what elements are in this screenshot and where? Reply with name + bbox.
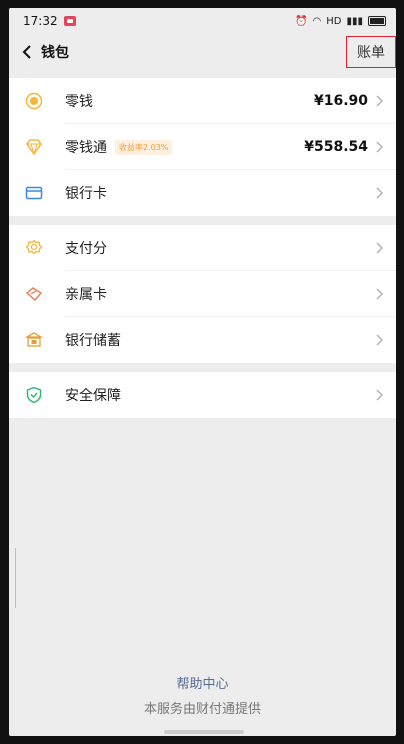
chevron-right-icon	[376, 388, 386, 402]
chevron-right-icon	[376, 333, 386, 347]
chevron-right-icon	[376, 94, 386, 108]
wifi-icon: ◠	[312, 15, 322, 27]
phone-frame: 17:32 ⏰ ◠ HD ▮▮▮ 钱包 账单 零钱 ¥16.90 零钱通 收益率…	[0, 0, 404, 744]
list-item-change[interactable]: 零钱 ¥16.90	[9, 78, 396, 124]
item-value: ¥558.54	[304, 139, 368, 155]
notification-app-icon	[63, 16, 76, 26]
battery-icon	[368, 16, 386, 26]
status-icons: ⏰ ◠ HD ▮▮▮	[295, 16, 386, 27]
status-time: 17:32	[23, 14, 58, 28]
diamond-icon	[23, 136, 45, 158]
item-label: 亲属卡	[65, 287, 107, 303]
home-indicator[interactable]	[164, 730, 244, 734]
footer: 帮助中心 本服务由财付通提供	[9, 673, 396, 717]
list-item-bank-card[interactable]: 银行卡	[9, 170, 396, 216]
list-item-bank-savings[interactable]: 银行储蓄	[9, 317, 396, 363]
item-label: 银行卡	[65, 186, 107, 202]
bank-savings-icon	[23, 329, 45, 351]
family-card-icon	[23, 283, 45, 305]
bank-card-icon	[23, 182, 45, 204]
help-center-link[interactable]: 帮助中心	[9, 673, 396, 692]
signal-icon: ▮▮▮	[346, 15, 363, 27]
coin-icon	[23, 90, 45, 112]
chevron-right-icon	[376, 186, 386, 200]
bill-button[interactable]: 账单	[346, 36, 396, 68]
back-button[interactable]	[13, 34, 41, 70]
list-item-lingqiantong[interactable]: 零钱通 收益率2.03% ¥558.54	[9, 124, 396, 170]
item-label: 银行储蓄	[65, 333, 121, 349]
chevron-right-icon	[376, 140, 386, 154]
item-label: 安全保障	[65, 388, 121, 404]
item-label: 零钱	[65, 94, 93, 110]
list-item-security[interactable]: 安全保障	[9, 372, 396, 418]
chevron-right-icon	[376, 241, 386, 255]
list-item-pay-score[interactable]: 支付分	[9, 225, 396, 271]
wallet-group-balance: 零钱 ¥16.90 零钱通 收益率2.03% ¥558.54 银行卡	[9, 78, 396, 216]
chevron-left-icon	[22, 45, 31, 59]
yield-badge: 收益率2.03%	[115, 139, 173, 155]
hd-label: HD	[326, 15, 342, 27]
item-label: 零钱通	[65, 140, 107, 156]
chevron-right-icon	[376, 287, 386, 301]
item-value: ¥16.90	[313, 93, 368, 109]
provider-text: 本服务由财付通提供	[143, 702, 261, 717]
wallet-screen: 17:32 ⏰ ◠ HD ▮▮▮ 钱包 账单 零钱 ¥16.90 零钱通 收益率…	[9, 8, 396, 736]
list-item-family-card[interactable]: 亲属卡	[9, 271, 396, 317]
page-title: 钱包	[41, 45, 69, 61]
wallet-group-security: 安全保障	[9, 372, 396, 418]
divider	[15, 548, 16, 608]
item-label: 支付分	[65, 241, 107, 257]
status-bar: 17:32 ⏰ ◠ HD ▮▮▮	[9, 8, 396, 34]
wallet-group-services: 支付分 亲属卡 银行储蓄	[9, 225, 396, 363]
shield-icon	[23, 384, 45, 406]
alarm-icon: ⏰	[295, 15, 308, 27]
nav-bar: 钱包 账单	[9, 34, 396, 70]
pay-score-icon	[23, 237, 45, 259]
